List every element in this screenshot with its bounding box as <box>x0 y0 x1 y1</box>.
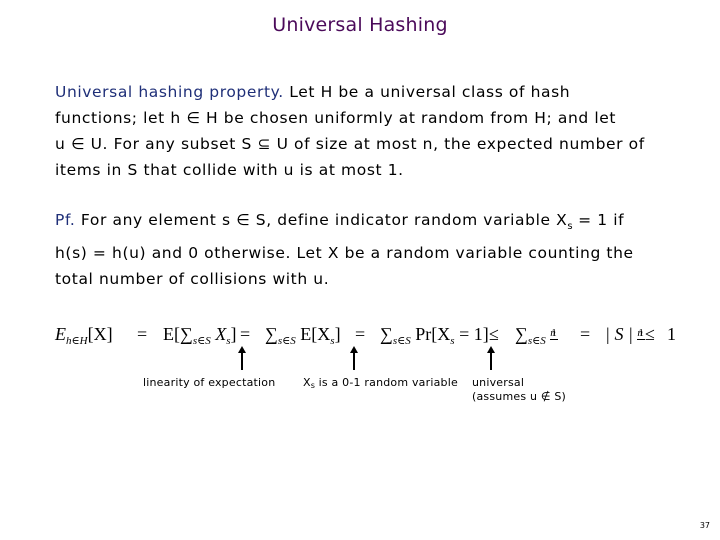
term-X: [X] <box>87 324 113 344</box>
term3-sum: ∑ <box>265 324 278 344</box>
note-indicator-text: is a 0-1 random variable <box>314 376 458 389</box>
property-line-3: u ∈ U. For any subset S ⊆ U of size at m… <box>55 135 645 153</box>
term2-head: E[∑ <box>163 324 193 344</box>
proof-line-1-text-a: For any element s ∈ S, define indicator … <box>75 211 568 229</box>
term5-sub: s∈S <box>527 335 546 347</box>
term4-end: = 1] <box>454 324 489 344</box>
term-sum-expectation: ∑s∈S E[Xs] <box>265 324 341 347</box>
term-size-s: | S | 1n <box>605 324 645 345</box>
term-expectation-x: Eh∈H[X] <box>55 324 113 347</box>
expectation-equation: Eh∈H[X] = E[∑s∈S Xs] = ∑s∈S E[Xs] = ∑s∈S… <box>55 320 695 352</box>
term3-end: ] <box>334 324 341 344</box>
term3-ex: E[X <box>295 324 331 344</box>
proof-line-1: Pf. For any element s ∈ S, define indica… <box>55 207 695 240</box>
term-E: E <box>55 324 66 344</box>
property-line-4: items in S that collide with u is at mos… <box>55 161 404 179</box>
property-lead: Universal hashing property. <box>55 83 284 101</box>
frac-den: n <box>550 327 556 339</box>
equals-4: = <box>580 324 591 344</box>
term5-sum: ∑ <box>515 324 528 344</box>
equals-2: = <box>240 324 251 344</box>
term2-end: ] <box>230 324 237 344</box>
property-line-2: functions; let h ∈ H be chosen uniformly… <box>55 109 617 127</box>
term-E-sub: h∈H <box>66 335 88 347</box>
equals-1: = <box>137 324 148 344</box>
term-sum-fraction: ∑s∈S 1n <box>515 324 558 347</box>
note-universal: universal (assumes u ∉ S) <box>472 376 566 404</box>
property-paragraph: Universal hashing property. Let H be a u… <box>55 79 695 183</box>
term6-s: | S | <box>605 324 633 344</box>
term-one: 1 <box>667 324 676 344</box>
proof-lead: Pf. <box>55 211 76 229</box>
proof-line-1-text-b: = 1 if <box>572 211 625 229</box>
term-expectation-sum: E[∑s∈S Xs] <box>163 324 237 347</box>
less-equal-1: ≤ <box>489 324 499 344</box>
note-universal-line-2: (assumes u ∉ S) <box>472 390 566 403</box>
proof-line-3: total number of collisions with u. <box>55 270 330 288</box>
term4-sum: ∑ <box>380 324 393 344</box>
page-number: 37 <box>699 521 710 530</box>
note-indicator: Xs is a 0-1 random variable <box>303 376 458 393</box>
term3-sub: s∈S <box>277 335 296 347</box>
term-sum-probability: ∑s∈S Pr[Xs = 1] <box>380 324 489 347</box>
frac-den-2: n <box>637 327 643 339</box>
term4-pr: Pr[X <box>410 324 451 344</box>
proof-paragraph: Pf. For any element s ∈ S, define indica… <box>55 207 695 292</box>
note-indicator-x: X <box>303 376 311 389</box>
property-line-1-text: Let H be a universal class of hash <box>283 83 571 101</box>
equals-3: = <box>355 324 366 344</box>
note-universal-line-1: universal <box>472 376 525 389</box>
term2-sub: s∈S <box>192 335 211 347</box>
proof-line-2: h(s) = h(u) and 0 otherwise. Let X be a … <box>55 244 634 262</box>
term4-sub: s∈S <box>392 335 411 347</box>
property-line-1: Universal hashing property. Let H be a u… <box>55 79 695 105</box>
term2-x: X <box>210 324 227 344</box>
less-equal-2: ≤ <box>645 324 655 344</box>
note-linearity: linearity of expectation <box>143 376 276 389</box>
slide-title: Universal Hashing <box>272 14 448 36</box>
